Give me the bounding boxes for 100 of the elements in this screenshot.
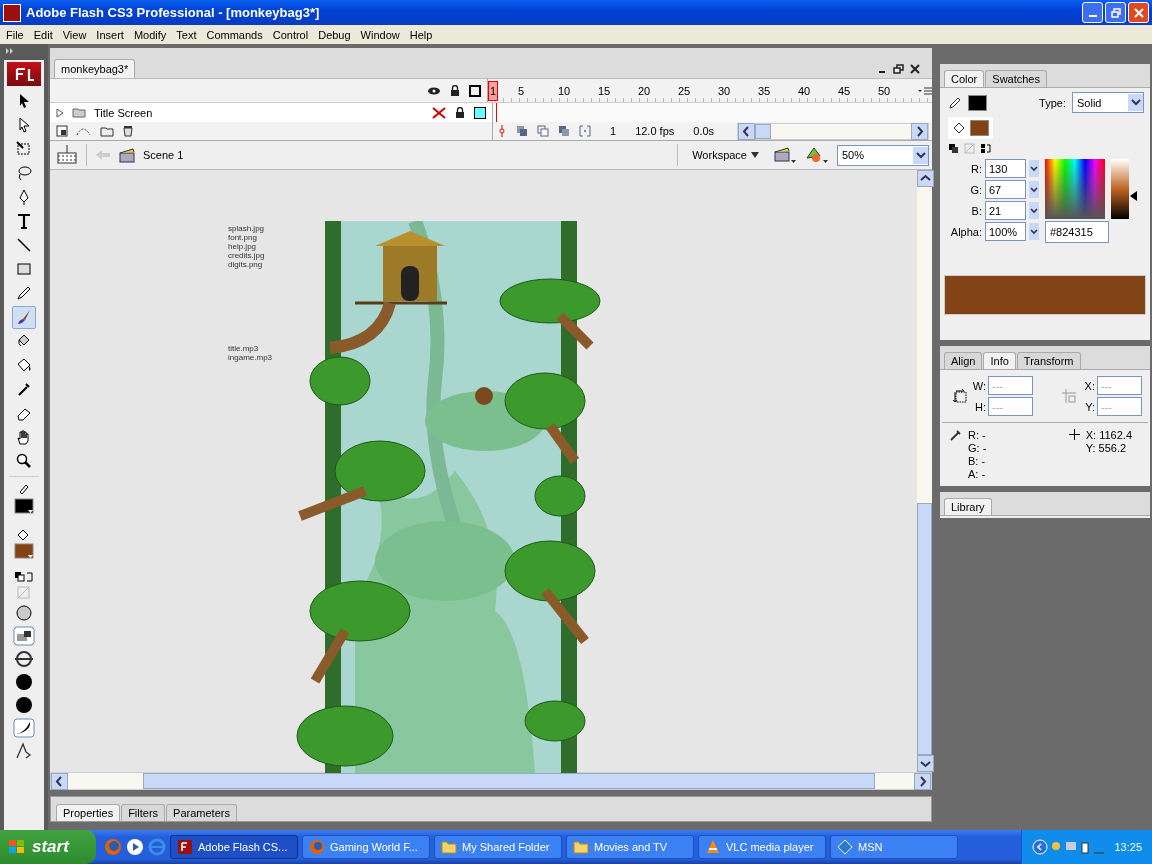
fill-color-control[interactable] xyxy=(948,117,993,139)
panel-tab[interactable]: Info xyxy=(983,352,1016,369)
scroll-left-icon[interactable] xyxy=(51,772,68,790)
menu-item[interactable]: Debug xyxy=(314,28,355,41)
menu-item[interactable]: Control xyxy=(268,28,313,41)
new-layer-icon[interactable] xyxy=(56,125,68,137)
panel-tab[interactable]: Properties xyxy=(56,804,121,821)
color-spectrum[interactable] xyxy=(1045,159,1105,219)
eye-icon[interactable] xyxy=(427,85,441,96)
menu-item[interactable]: Commands xyxy=(202,28,267,41)
hidden-x-icon[interactable] xyxy=(432,106,446,119)
spin-dropdown-icon[interactable] xyxy=(1029,223,1039,240)
slider-thumb[interactable] xyxy=(1130,191,1137,202)
panel-tab[interactable]: Swatches xyxy=(985,70,1047,87)
taskbar-button[interactable]: Movies and TV xyxy=(566,835,694,859)
scrollbar-thumb[interactable] xyxy=(755,123,772,139)
trash-icon[interactable] xyxy=(122,125,134,137)
layer-name[interactable]: Title Screen xyxy=(94,106,153,119)
edit-scene-icon[interactable] xyxy=(773,146,797,164)
pressure-icon[interactable] xyxy=(12,716,36,739)
folder-icon xyxy=(573,839,589,855)
document-tab[interactable]: monkeybag3* xyxy=(54,59,136,78)
timeline-scrollbar[interactable] xyxy=(737,122,930,140)
frame-number: 45 xyxy=(838,84,852,97)
channel-input[interactable]: 100% xyxy=(985,222,1026,241)
lock-icon[interactable] xyxy=(454,106,466,119)
scroll-right-icon[interactable] xyxy=(914,772,931,790)
channel-input[interactable]: 67 xyxy=(985,180,1026,199)
menu-item[interactable]: Modify xyxy=(129,28,171,41)
center-frame-icon[interactable] xyxy=(497,125,507,137)
expand-arrow-icon[interactable] xyxy=(56,107,64,118)
menu-item[interactable]: Insert xyxy=(92,28,128,41)
outline-color-swatch[interactable] xyxy=(474,106,486,119)
swap-colors-icon[interactable] xyxy=(12,569,36,584)
menu-item[interactable]: File xyxy=(2,28,28,41)
taskbar-button[interactable]: Gaming World F... xyxy=(302,835,430,859)
menu-item[interactable]: View xyxy=(58,28,91,41)
panel-tab[interactable]: Library xyxy=(944,498,992,515)
frame-number: 30 xyxy=(718,84,732,97)
new-folder-icon[interactable] xyxy=(100,125,114,137)
taskbar-button[interactable]: VLC media player xyxy=(698,835,826,859)
type-dropdown[interactable]: Solid xyxy=(1072,92,1144,113)
menu-item[interactable]: Text xyxy=(172,28,201,41)
media-player-icon[interactable] xyxy=(126,838,144,856)
taskbar-button[interactable]: My Shared Folder xyxy=(434,835,562,859)
color-options-icon[interactable] xyxy=(948,143,992,155)
hex-input[interactable]: #824315 xyxy=(1045,221,1109,243)
close-button[interactable] xyxy=(1128,2,1149,23)
flash-icon xyxy=(177,839,193,855)
menu-item[interactable]: Window xyxy=(356,28,404,41)
stroke-swatch[interactable] xyxy=(968,94,987,111)
onion-skin-icon[interactable] xyxy=(516,125,528,137)
lock-fill-icon[interactable] xyxy=(12,624,36,647)
close-icon[interactable] xyxy=(910,64,920,74)
channel-input[interactable]: 21 xyxy=(985,201,1026,220)
spin-dropdown-icon[interactable] xyxy=(1029,181,1039,198)
restore-icon[interactable] xyxy=(893,64,904,74)
menu-item[interactable]: Help xyxy=(405,28,437,41)
vertical-scrollbar[interactable] xyxy=(917,170,932,772)
scroll-left-icon[interactable] xyxy=(738,122,756,140)
spin-dropdown-icon[interactable] xyxy=(1029,202,1039,219)
frame-number: 50 xyxy=(878,84,892,97)
outline-icon[interactable] xyxy=(469,84,481,97)
onion-markers-icon[interactable] xyxy=(579,125,591,137)
window-title: Adobe Flash CS3 Professional - [monkeybag3*] xyxy=(26,5,321,20)
scene-name[interactable]: Scene 1 xyxy=(143,149,184,161)
scroll-down-icon[interactable] xyxy=(917,755,934,772)
zoom-dropdown[interactable]: 50% xyxy=(837,144,929,166)
brush-tool-icon[interactable] xyxy=(12,305,36,329)
minimize-button[interactable] xyxy=(1082,2,1103,23)
horizontal-scrollbar[interactable] xyxy=(50,772,932,790)
scroll-right-icon[interactable] xyxy=(911,122,929,140)
panel-tab[interactable]: Color xyxy=(944,70,985,87)
field-label: Y: xyxy=(1084,400,1095,413)
motion-guide-icon[interactable] xyxy=(76,125,92,137)
panel-tab[interactable]: Filters xyxy=(121,804,166,821)
panel-menu-icon[interactable] xyxy=(918,85,932,96)
panel-tab[interactable]: Parameters xyxy=(166,804,237,821)
scrollbar-thumb[interactable] xyxy=(917,503,932,755)
scroll-up-icon[interactable] xyxy=(917,170,934,187)
workspace-menu[interactable]: Workspace xyxy=(686,149,765,161)
panel-tab[interactable]: Align xyxy=(944,352,983,369)
channel-input[interactable]: 130 xyxy=(985,159,1026,178)
menu-item[interactable]: Edit xyxy=(29,28,57,41)
chevron-down-icon xyxy=(1130,99,1141,106)
start-button[interactable]: start xyxy=(0,830,96,864)
expand-icon[interactable] xyxy=(5,46,15,55)
onion-outline-icon[interactable] xyxy=(537,125,549,137)
lock-icon[interactable] xyxy=(449,84,461,97)
cursor-coordinate: Y: 556.2 xyxy=(1085,442,1128,455)
taskbar-button[interactable]: MSN xyxy=(830,835,958,859)
taskbar-button[interactable]: Adobe Flash CS... xyxy=(170,835,298,859)
restore-button[interactable] xyxy=(1105,2,1126,23)
edit-frames-icon[interactable] xyxy=(558,125,570,137)
channel-label: B: xyxy=(970,204,982,217)
edit-symbols-icon[interactable] xyxy=(805,146,829,164)
scrollbar-thumb[interactable] xyxy=(143,773,875,789)
timeline-toggle-icon[interactable] xyxy=(56,145,78,165)
spin-dropdown-icon[interactable] xyxy=(1029,160,1039,177)
panel-tab[interactable]: Transform xyxy=(1016,352,1081,369)
